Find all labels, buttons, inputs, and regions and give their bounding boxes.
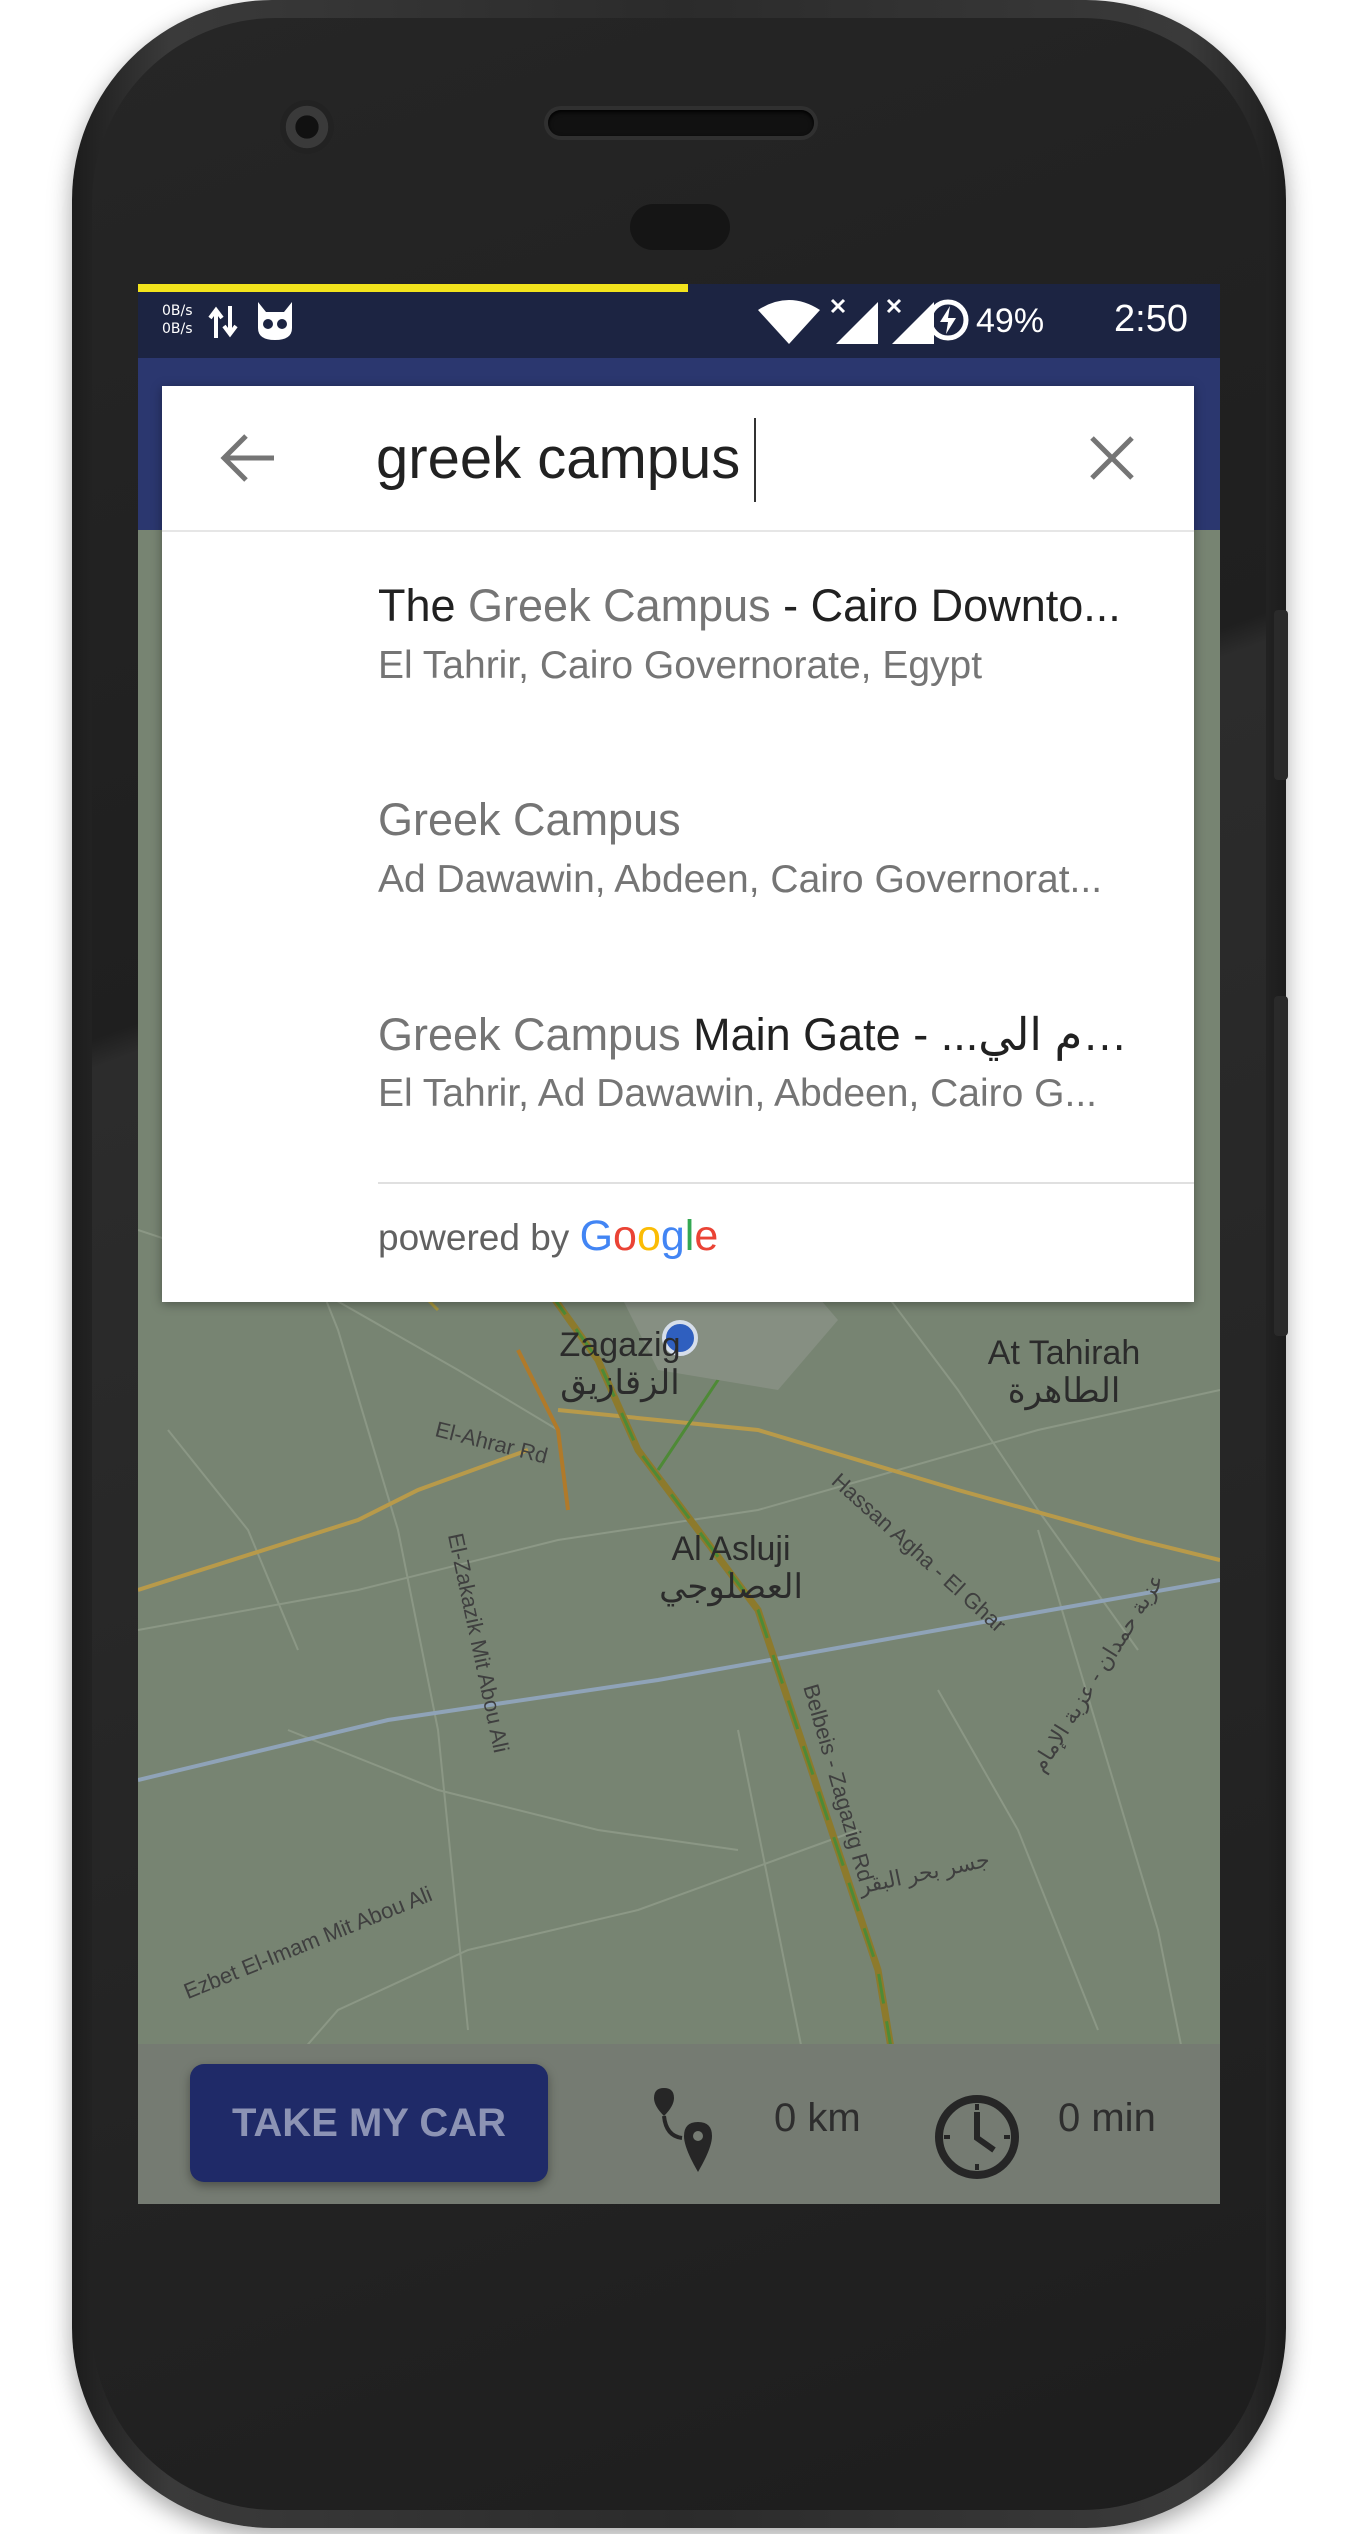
suggestion-title: Greek Campus xyxy=(378,794,681,845)
battery-percent: 49% xyxy=(976,302,1045,340)
map-label-zagazig: Zagazig الزقازيق xyxy=(559,1326,681,1402)
divider xyxy=(378,1182,1194,1184)
earpiece-speaker xyxy=(548,110,814,136)
proximity-sensor xyxy=(630,204,730,250)
app-notification-icon xyxy=(254,298,296,349)
trip-bar: TAKE MY CAR 0 km 0 min xyxy=(138,2044,1220,2204)
power-button xyxy=(1274,610,1288,780)
status-time: 2:50 xyxy=(1114,298,1188,340)
list-item[interactable]: The Greek Campus - Cairo Downto... El Ta… xyxy=(162,532,1194,732)
suggestion-subtitle: Ad Dawawin, Abdeen, Cairo Governorat... xyxy=(378,858,1103,901)
device-frame: Zagazig الزقازيق At Tahirah الطاهرة Al A… xyxy=(0,0,1370,2534)
list-item[interactable]: Greek Campus Main Gate - ...الحرم الي El… xyxy=(162,960,1194,1160)
suggestion-subtitle: El Tahrir, Cairo Governorate, Egypt xyxy=(378,644,983,687)
distance-value: 0 km xyxy=(774,2096,861,2140)
screen: Zagazig الزقازيق At Tahirah الطاهرة Al A… xyxy=(138,284,1220,2204)
status-bar: 0B/s 0B/s 49% 2:50 xyxy=(138,284,1220,358)
battery-charging-icon xyxy=(926,298,970,347)
powered-by-google: powered by Google xyxy=(378,1212,719,1260)
place-autocomplete-card: The Greek Campus - Cairo Downto... El Ta… xyxy=(162,386,1194,1302)
suggestion-title: Greek Campus Main Gate - ...الحرم الي xyxy=(378,1009,1148,1060)
front-camera xyxy=(280,100,334,154)
take-my-car-button[interactable]: TAKE MY CAR xyxy=(190,2064,548,2182)
search-input[interactable] xyxy=(376,420,976,496)
wifi-icon xyxy=(758,300,820,349)
signal-icon xyxy=(830,298,878,349)
data-transfer-icon xyxy=(208,304,238,345)
loading-progress-bar xyxy=(138,284,688,292)
suggestion-subtitle: El Tahrir, Ad Dawawin, Abdeen, Cairo G..… xyxy=(378,1072,1097,1115)
close-icon[interactable] xyxy=(1086,432,1138,484)
network-speed: 0B/s 0B/s xyxy=(162,303,193,337)
list-item[interactable]: Greek Campus Ad Dawawin, Abdeen, Cairo G… xyxy=(162,746,1194,946)
arrow-back-icon[interactable] xyxy=(218,432,278,484)
search-bar xyxy=(162,386,1194,532)
duration-value: 0 min xyxy=(1058,2096,1156,2140)
google-logo: Google xyxy=(579,1212,719,1260)
suggestion-title: The Greek Campus - Cairo Downto... xyxy=(378,580,1121,631)
map-label-at-tahirah: At Tahirah الطاهرة xyxy=(987,1334,1141,1410)
volume-button xyxy=(1274,996,1288,1336)
text-cursor xyxy=(754,418,756,502)
clock-icon xyxy=(932,2092,1022,2187)
route-icon xyxy=(652,2086,714,2181)
map-label-al-asluji: Al Asluji العصلوجي xyxy=(659,1530,803,1606)
